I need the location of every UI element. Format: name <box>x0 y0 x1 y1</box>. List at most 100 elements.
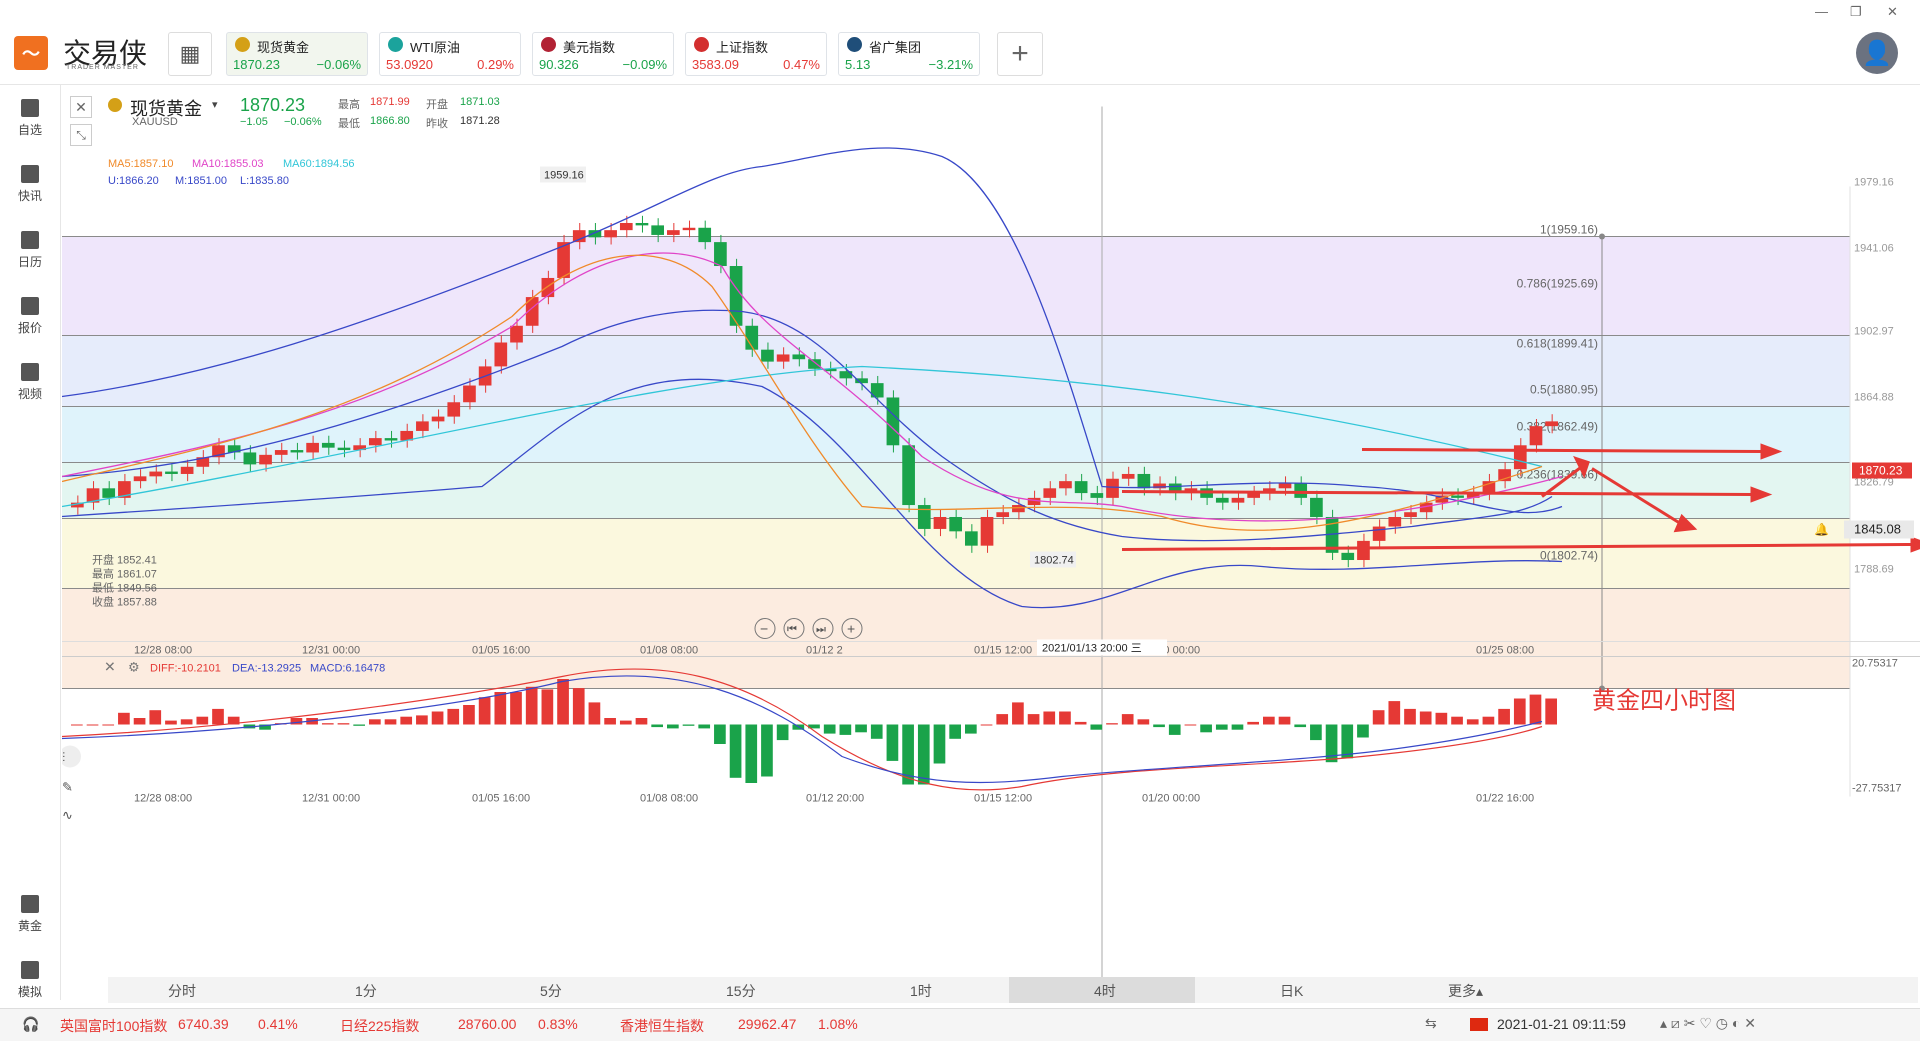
macd-bar <box>761 724 773 777</box>
macd-dea: DEA:-13.2925 <box>232 663 301 675</box>
period-tab[interactable]: 1分 <box>355 981 377 1001</box>
close-chart-icon[interactable]: ✕ <box>70 96 92 118</box>
sidebar-item[interactable]: 自选 <box>0 99 60 138</box>
dropdown-icon[interactable]: ▾ <box>212 98 218 111</box>
macd-bar <box>572 688 585 725</box>
translate-icon[interactable]: ⇆ <box>1425 1015 1437 1032</box>
macd-time-label: 01/20 00:00 <box>1142 793 1200 805</box>
max-label: 1959.16 <box>544 170 584 182</box>
time-axis-label: 01/15 12:00 <box>974 645 1032 657</box>
quote-name: WTI原油 <box>410 40 460 55</box>
macd-bar <box>1137 719 1150 725</box>
high-value: 1871.99 <box>370 96 410 108</box>
instrument-symbol: XAUUSD <box>132 116 178 128</box>
candle <box>1137 473 1151 489</box>
open-label: 开盘 <box>426 99 448 111</box>
minimize-icon[interactable]: — <box>1815 4 1828 19</box>
pen-icon[interactable]: ✎ <box>62 780 73 795</box>
macd-bar <box>165 720 177 725</box>
candle <box>243 452 257 465</box>
candle <box>337 447 351 451</box>
quote-card[interactable]: 上证指数 3583.09 0.47% <box>685 32 827 76</box>
sidebar-item[interactable]: 报价 <box>0 297 60 336</box>
gold-icon <box>21 895 39 913</box>
candle <box>1231 497 1245 503</box>
period-tab[interactable]: 15分 <box>726 981 756 1001</box>
sidebar-item[interactable]: 快讯 <box>0 165 60 204</box>
avatar[interactable]: 👤 <box>1856 32 1898 74</box>
high-label: 最高 <box>338 99 360 111</box>
macd-time-label: 01/15 12:00 <box>974 793 1032 805</box>
open-value: 1871.03 <box>460 96 500 108</box>
restore-icon[interactable]: ❐ <box>1850 4 1862 20</box>
quote-card[interactable]: 现货黄金 1870.23 −0.06% <box>226 32 368 76</box>
period-tab[interactable]: 分时 <box>168 981 196 1001</box>
time-axis-label: 01/08 08:00 <box>640 645 698 657</box>
macd-bar <box>463 705 475 725</box>
headset-icon[interactable]: 🎧 <box>22 1016 39 1033</box>
indicator-icon[interactable]: ∿ <box>62 808 73 823</box>
macd-bar <box>698 724 711 729</box>
current-price-tag: 1870.23 <box>1859 464 1903 478</box>
candle <box>1106 478 1119 498</box>
collapse-icon[interactable]: ⤡ <box>70 124 92 146</box>
macd-bar <box>1545 698 1557 725</box>
macd-bar <box>714 724 726 744</box>
zoom-out-icon[interactable]: − <box>760 621 768 637</box>
settings-icon[interactable]: ⚙ <box>128 660 140 675</box>
quote-card[interactable]: 美元指数 90.326 −0.09% <box>532 32 674 76</box>
candle <box>384 438 398 441</box>
macd-diff: DIFF:-10.2101 <box>150 663 221 675</box>
macd-bar <box>71 724 83 726</box>
macd-bar <box>1294 724 1307 728</box>
macd-bar <box>870 724 883 739</box>
prev-value: 1871.28 <box>460 115 500 127</box>
candle <box>165 471 178 474</box>
alert-price-tag: 1845.08 <box>1854 522 1901 537</box>
simulate-icon <box>21 961 39 979</box>
candle <box>682 227 696 231</box>
macd-bar <box>102 724 115 726</box>
macd-bar <box>384 719 397 725</box>
low-value: 1866.80 <box>370 115 410 127</box>
macd-bar <box>1466 719 1479 725</box>
prev-icon[interactable]: ⏮ <box>787 624 797 636</box>
drawing-tool-icon[interactable]: ⫶ <box>62 750 65 765</box>
close-macd-icon[interactable]: ✕ <box>104 659 116 675</box>
ticker-name: 日经225指数 <box>340 1018 420 1034</box>
quote-card[interactable]: WTI原油 53.0920 0.29% <box>379 32 521 76</box>
add-quote-button[interactable]: + <box>997 32 1043 76</box>
sidebar-item-label: 模拟 <box>17 985 42 999</box>
zoom-in-icon[interactable]: + <box>847 621 855 637</box>
quote-change: 0.29% <box>477 57 514 72</box>
quote-card[interactable]: 省广集团 5.13 −3.21% <box>838 32 980 76</box>
sidebar-item[interactable]: 模拟 <box>0 961 60 1000</box>
ticker-price: 29962.47 <box>738 1016 797 1032</box>
macd-bar <box>86 724 99 726</box>
macd-bar <box>1451 716 1463 725</box>
bell-icon[interactable]: 🔔 <box>1814 523 1829 537</box>
sidebar-item[interactable]: 黄金 <box>0 895 60 934</box>
close-icon[interactable]: ✕ <box>1887 4 1898 20</box>
grid-layout-button[interactable]: ▦ <box>168 32 212 76</box>
period-tab[interactable]: 5分 <box>540 981 562 1001</box>
period-tab[interactable]: 1时 <box>910 981 932 1001</box>
macd-bar <box>917 724 930 785</box>
period-tab[interactable]: 日K <box>1280 981 1303 1001</box>
candle <box>416 421 429 431</box>
macd-bar <box>604 718 616 725</box>
next-icon[interactable]: ⏭ <box>816 624 826 636</box>
ma60-label: MA60:1894.56 <box>283 158 355 170</box>
network-icon[interactable]: ▴ ⧄ ✂ ♡ ◷ ◐ ✕ <box>1660 1015 1756 1032</box>
ma5-label: MA5:1857.10 <box>108 158 174 170</box>
period-tab[interactable]: 4时 <box>1094 981 1116 1001</box>
candle <box>369 438 382 446</box>
period-tab[interactable]: 更多▴ <box>1448 981 1483 1001</box>
quote-change: −0.06% <box>316 57 361 72</box>
candle <box>1545 421 1558 427</box>
candle <box>667 230 680 235</box>
sidebar-item[interactable]: 视频 <box>0 363 60 402</box>
price-chart[interactable]: 1(1959.16) 0.786(1925.69) 0.618(1899.41) 0.… <box>62 85 1920 1000</box>
candle <box>290 450 304 453</box>
sidebar-item[interactable]: 日历 <box>0 231 60 270</box>
